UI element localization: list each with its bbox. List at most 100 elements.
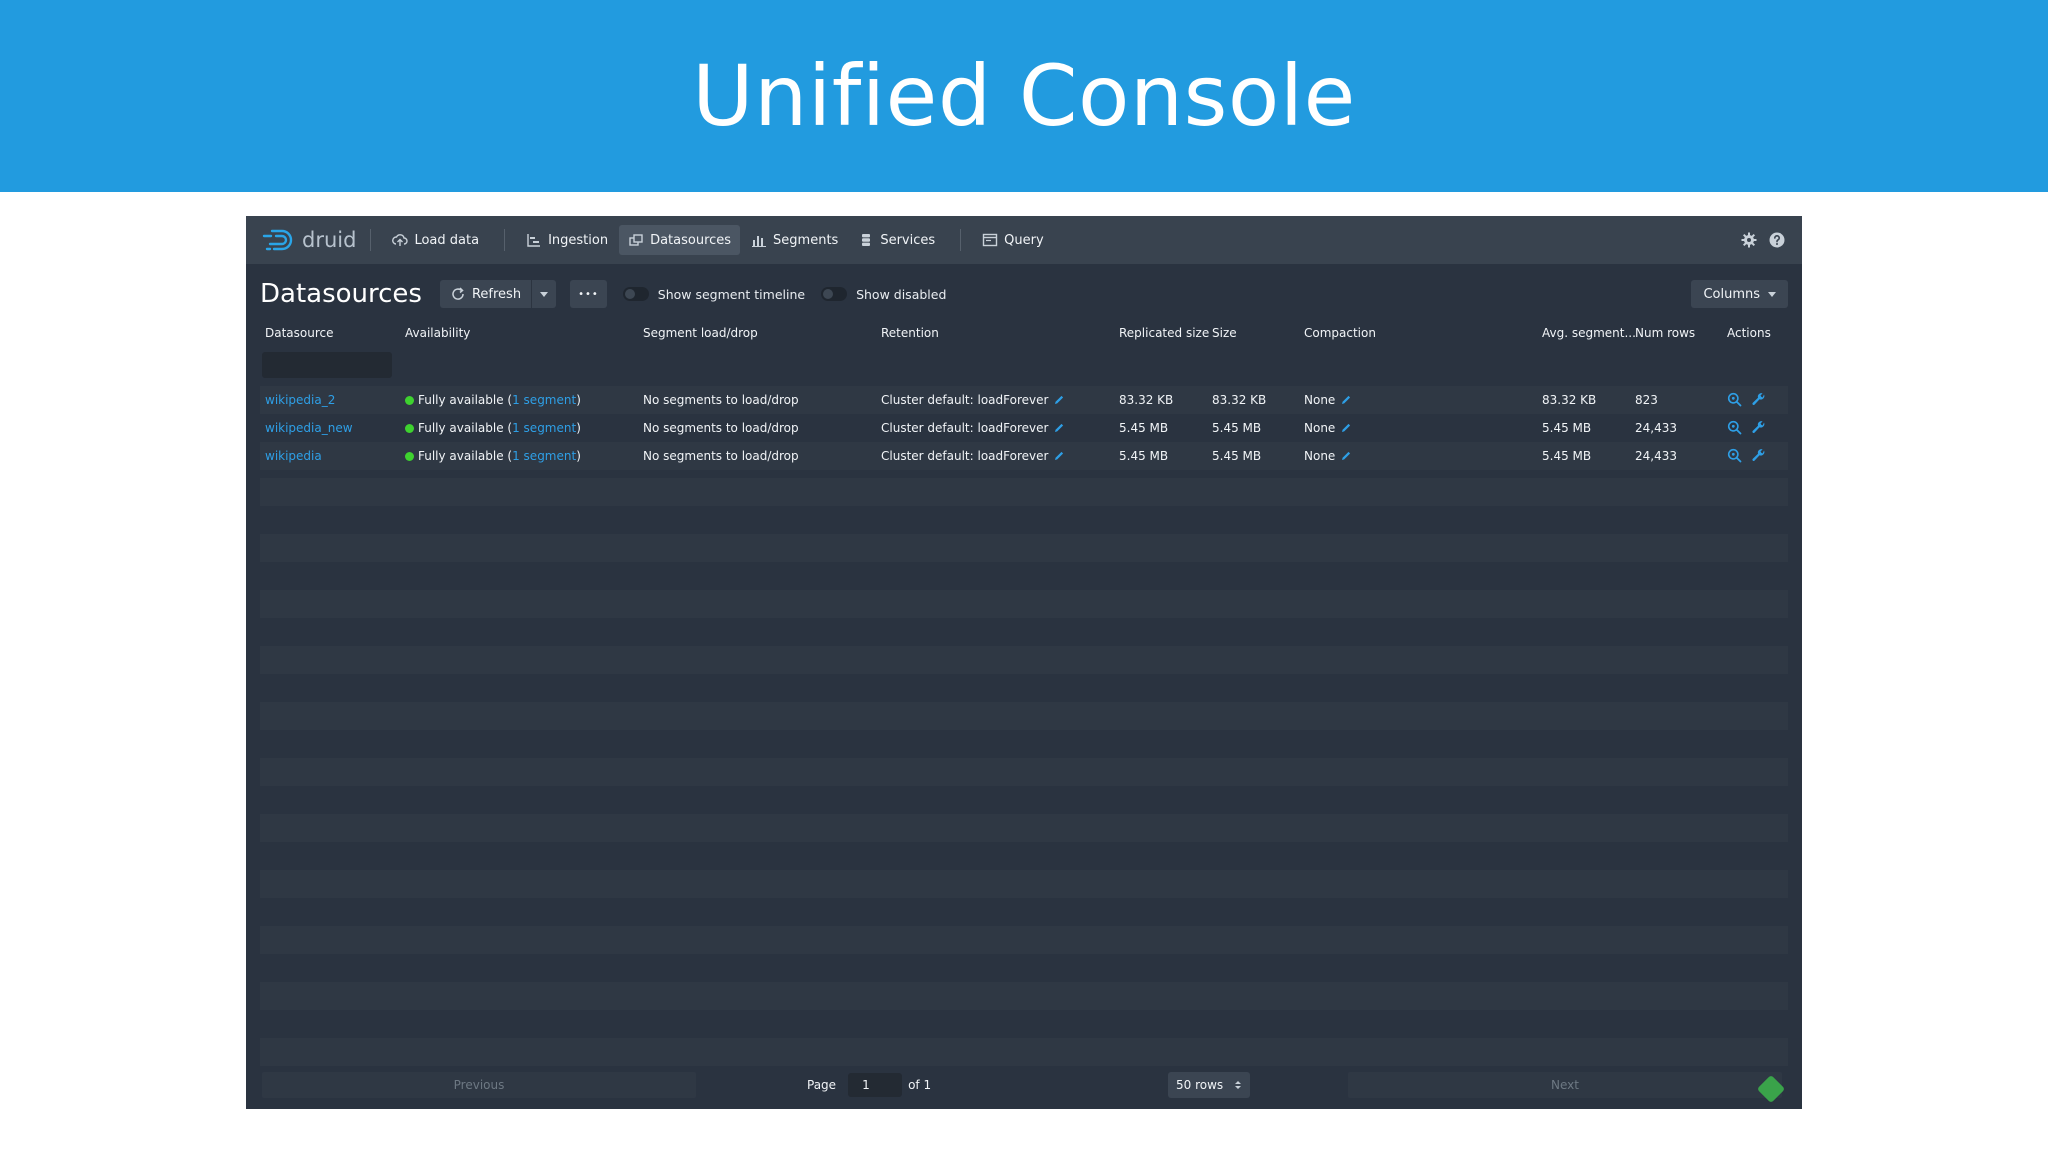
replicated-size-cell: 5.45 MB [1119, 449, 1169, 463]
chevron-down-icon [1768, 291, 1776, 297]
refresh-button[interactable]: Refresh [439, 280, 532, 308]
gantt-chart-icon [527, 234, 541, 247]
retention-text: Cluster default: loadForever [881, 393, 1049, 407]
column-header-datasource[interactable]: Datasource [265, 326, 334, 340]
status-dot [405, 452, 414, 461]
replicated-size-cell: 5.45 MB [1119, 421, 1169, 435]
nav-segments[interactable]: Segments [742, 225, 847, 255]
page-number-input[interactable]: 1 [848, 1073, 903, 1097]
num-rows-cell: 24,433 [1635, 421, 1677, 435]
toggle-knob [624, 289, 635, 299]
help-icon[interactable] [1768, 231, 1786, 249]
column-header-avg-segment[interactable]: Avg. segment... [1542, 326, 1636, 340]
retention-text: Cluster default: loadForever [881, 421, 1049, 435]
page-label: Page [807, 1078, 837, 1092]
nav-divider [960, 229, 962, 251]
wrench-icon[interactable] [1751, 392, 1766, 407]
compaction-cell: None [1304, 393, 1352, 407]
availability-suffix: ) [576, 393, 581, 407]
column-header-size[interactable]: Size [1212, 326, 1237, 340]
rows-per-page-value: 50 rows [1176, 1078, 1224, 1092]
edit-icon[interactable] [1340, 450, 1352, 462]
datasource-filter-input[interactable] [262, 352, 392, 378]
navbar-right-actions [1730, 231, 1786, 249]
retention-cell: Cluster default: loadForever [881, 449, 1065, 463]
status-dot [405, 424, 414, 433]
previous-page-button[interactable]: Previous [262, 1072, 696, 1098]
column-header-num-rows[interactable]: Num rows [1635, 326, 1695, 340]
empty-row [260, 534, 1788, 562]
nav-services[interactable]: Services [849, 225, 944, 255]
segment-link[interactable]: 1 segment [512, 421, 576, 435]
wrench-icon[interactable] [1751, 420, 1766, 435]
refresh-options-button[interactable] [531, 280, 557, 308]
column-header-actions: Actions [1727, 326, 1771, 340]
application-icon [982, 233, 998, 247]
nav-label: Segments [773, 232, 839, 248]
size-cell: 5.45 MB [1212, 449, 1262, 463]
search-icon[interactable] [1727, 392, 1742, 407]
column-header-segment-load-drop[interactable]: Segment load/drop [643, 326, 758, 340]
show-disabled-toggle[interactable]: Show disabled [821, 287, 946, 302]
database-icon [862, 234, 871, 246]
nav-divider [504, 229, 506, 251]
page-total: of 1 [908, 1078, 932, 1092]
column-header-retention[interactable]: Retention [881, 326, 939, 340]
refresh-icon [452, 287, 464, 300]
empty-row [260, 478, 1788, 506]
edit-icon[interactable] [1340, 394, 1352, 406]
column-header-replicated-size[interactable]: Replicated size [1119, 326, 1209, 340]
empty-row [260, 758, 1788, 786]
datasource-link[interactable]: wikipedia_new [265, 421, 353, 435]
column-header-compaction[interactable]: Compaction [1304, 326, 1376, 340]
column-header-availability[interactable]: Availability [405, 326, 470, 340]
gear-icon[interactable] [1740, 231, 1758, 249]
status-dot [405, 396, 414, 405]
segment-link[interactable]: 1 segment [512, 393, 576, 407]
avg-segment-cell: 83.32 KB [1542, 393, 1597, 407]
table-row: wikipedia Fully available (1 segment) No… [260, 442, 1788, 470]
datasource-link[interactable]: wikipedia [265, 449, 322, 463]
search-icon[interactable] [1727, 448, 1742, 463]
edit-icon[interactable] [1340, 422, 1352, 434]
next-page-button[interactable]: Next [1348, 1072, 1782, 1098]
datasource-link[interactable]: wikipedia_2 [265, 393, 335, 407]
availability-suffix: ) [576, 449, 581, 463]
empty-row [260, 982, 1788, 1010]
search-icon[interactable] [1727, 420, 1742, 435]
datasources-table: Datasource Availability Segment load/dro… [260, 320, 1788, 1080]
num-rows-cell: 24,433 [1635, 449, 1677, 463]
control-bar: Datasources Refresh ••• Show segment tim… [260, 278, 1788, 310]
empty-row [260, 814, 1788, 842]
nav-label: Datasources [650, 232, 732, 248]
page-indicator: Page 1 of 1 [807, 1072, 931, 1098]
empty-row [260, 590, 1788, 618]
load-drop-cell: No segments to load/drop [643, 421, 799, 435]
load-drop-cell: No segments to load/drop [643, 449, 799, 463]
chevron-down-icon [540, 291, 549, 297]
edit-icon[interactable] [1053, 450, 1065, 462]
filter-row [260, 346, 1788, 382]
edit-icon[interactable] [1053, 422, 1065, 434]
edit-icon[interactable] [1053, 394, 1065, 406]
availability-text: Fully available ( [418, 421, 513, 435]
nav-ingestion[interactable]: Ingestion [517, 225, 617, 255]
druid-logo[interactable]: druid [262, 216, 356, 264]
availability-cell: Fully available (1 segment) [405, 421, 581, 435]
nav-load-data[interactable]: Load data [383, 225, 488, 255]
avg-segment-cell: 5.45 MB [1542, 421, 1592, 435]
rows-per-page-select[interactable]: 50 rows [1168, 1072, 1250, 1098]
slide-title: Unified Console [692, 47, 1356, 145]
columns-button[interactable]: Columns [1691, 280, 1788, 308]
nav-query[interactable]: Query [973, 225, 1053, 255]
toggle-track [821, 287, 848, 301]
wrench-icon[interactable] [1751, 448, 1766, 463]
nav-datasources[interactable]: Datasources [619, 225, 741, 255]
compaction-cell: None [1304, 449, 1352, 463]
segment-link[interactable]: 1 segment [512, 449, 576, 463]
show-segment-timeline-toggle[interactable]: Show segment timeline [622, 287, 805, 302]
retention-cell: Cluster default: loadForever [881, 393, 1065, 407]
more-actions-button[interactable]: ••• [570, 280, 607, 308]
load-drop-cell: No segments to load/drop [643, 393, 799, 407]
availability-cell: Fully available (1 segment) [405, 393, 581, 407]
